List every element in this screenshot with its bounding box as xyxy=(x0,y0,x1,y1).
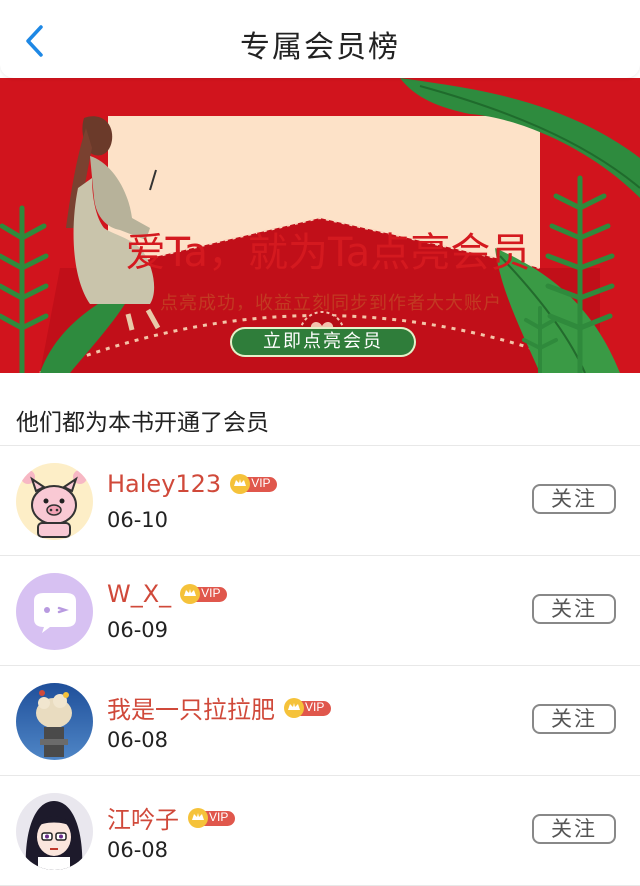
follow-button[interactable]: 关注 xyxy=(532,704,616,734)
nav-bar: 专属会员榜 xyxy=(0,0,640,78)
banner-subtitle: 点亮成功，收益立刻同步到作者大大账户 xyxy=(160,293,502,314)
promo-banner[interactable]: 爱Ta，就为Ta点亮会员 点亮成功，收益立刻同步到作者大大账户 立即点亮会员 xyxy=(0,78,640,373)
chat-bubble-avatar[interactable] xyxy=(16,573,93,650)
vip-badge: VIP xyxy=(283,697,333,719)
follow-button[interactable]: 关注 xyxy=(532,594,616,624)
member-name[interactable]: W_X_ xyxy=(107,580,171,608)
vip-badge-label: VIP xyxy=(305,699,325,714)
anime-girl-avatar[interactable] xyxy=(16,793,93,870)
member-row[interactable]: Haley123 VIP 06-10 关注 xyxy=(0,446,640,556)
member-name[interactable]: 我是一只拉拉肥 xyxy=(107,696,275,724)
vip-badge: VIP xyxy=(187,807,237,829)
vip-badge-label: VIP xyxy=(201,586,221,600)
vip-badge: VIP xyxy=(229,473,279,495)
balloon-photo-icon xyxy=(16,683,93,760)
member-date: 06-10 xyxy=(107,508,169,532)
chat-bubble-icon xyxy=(16,573,93,650)
anime-girl-icon xyxy=(16,793,93,870)
follow-button[interactable]: 关注 xyxy=(532,814,616,844)
member-date: 06-08 xyxy=(107,728,169,752)
section-header: 他们都为本书开通了会员 xyxy=(0,373,640,446)
page-title: 专属会员榜 xyxy=(240,30,400,65)
banner-title: 爱Ta，就为Ta点亮会员 xyxy=(125,230,531,276)
pig-avatar[interactable] xyxy=(16,463,93,540)
member-name[interactable]: Haley123 xyxy=(107,470,221,498)
member-date: 06-08 xyxy=(107,838,169,862)
light-up-membership-button[interactable]: 立即点亮会员 xyxy=(230,327,416,357)
pig-icon xyxy=(16,463,93,540)
member-row[interactable]: 我是一只拉拉肥 VIP 06-08 关注 xyxy=(0,666,640,776)
balloon-photo-avatar[interactable] xyxy=(16,683,93,760)
member-name[interactable]: 江吟子 xyxy=(107,806,179,834)
vip-badge: VIP xyxy=(179,583,229,605)
follow-button[interactable]: 关注 xyxy=(532,484,616,514)
member-row[interactable]: 江吟子 VIP 06-08 关注 xyxy=(0,776,640,886)
member-list: Haley123 VIP 06-10 关注 W_X_ VIP 06-09 关注 xyxy=(0,446,640,886)
vip-badge-label: VIP xyxy=(251,476,271,490)
vip-badge-label: VIP xyxy=(209,809,229,824)
member-date: 06-09 xyxy=(107,618,169,642)
section-title: 他们都为本书开通了会员 xyxy=(16,410,269,436)
member-row[interactable]: W_X_ VIP 06-09 关注 xyxy=(0,556,640,666)
